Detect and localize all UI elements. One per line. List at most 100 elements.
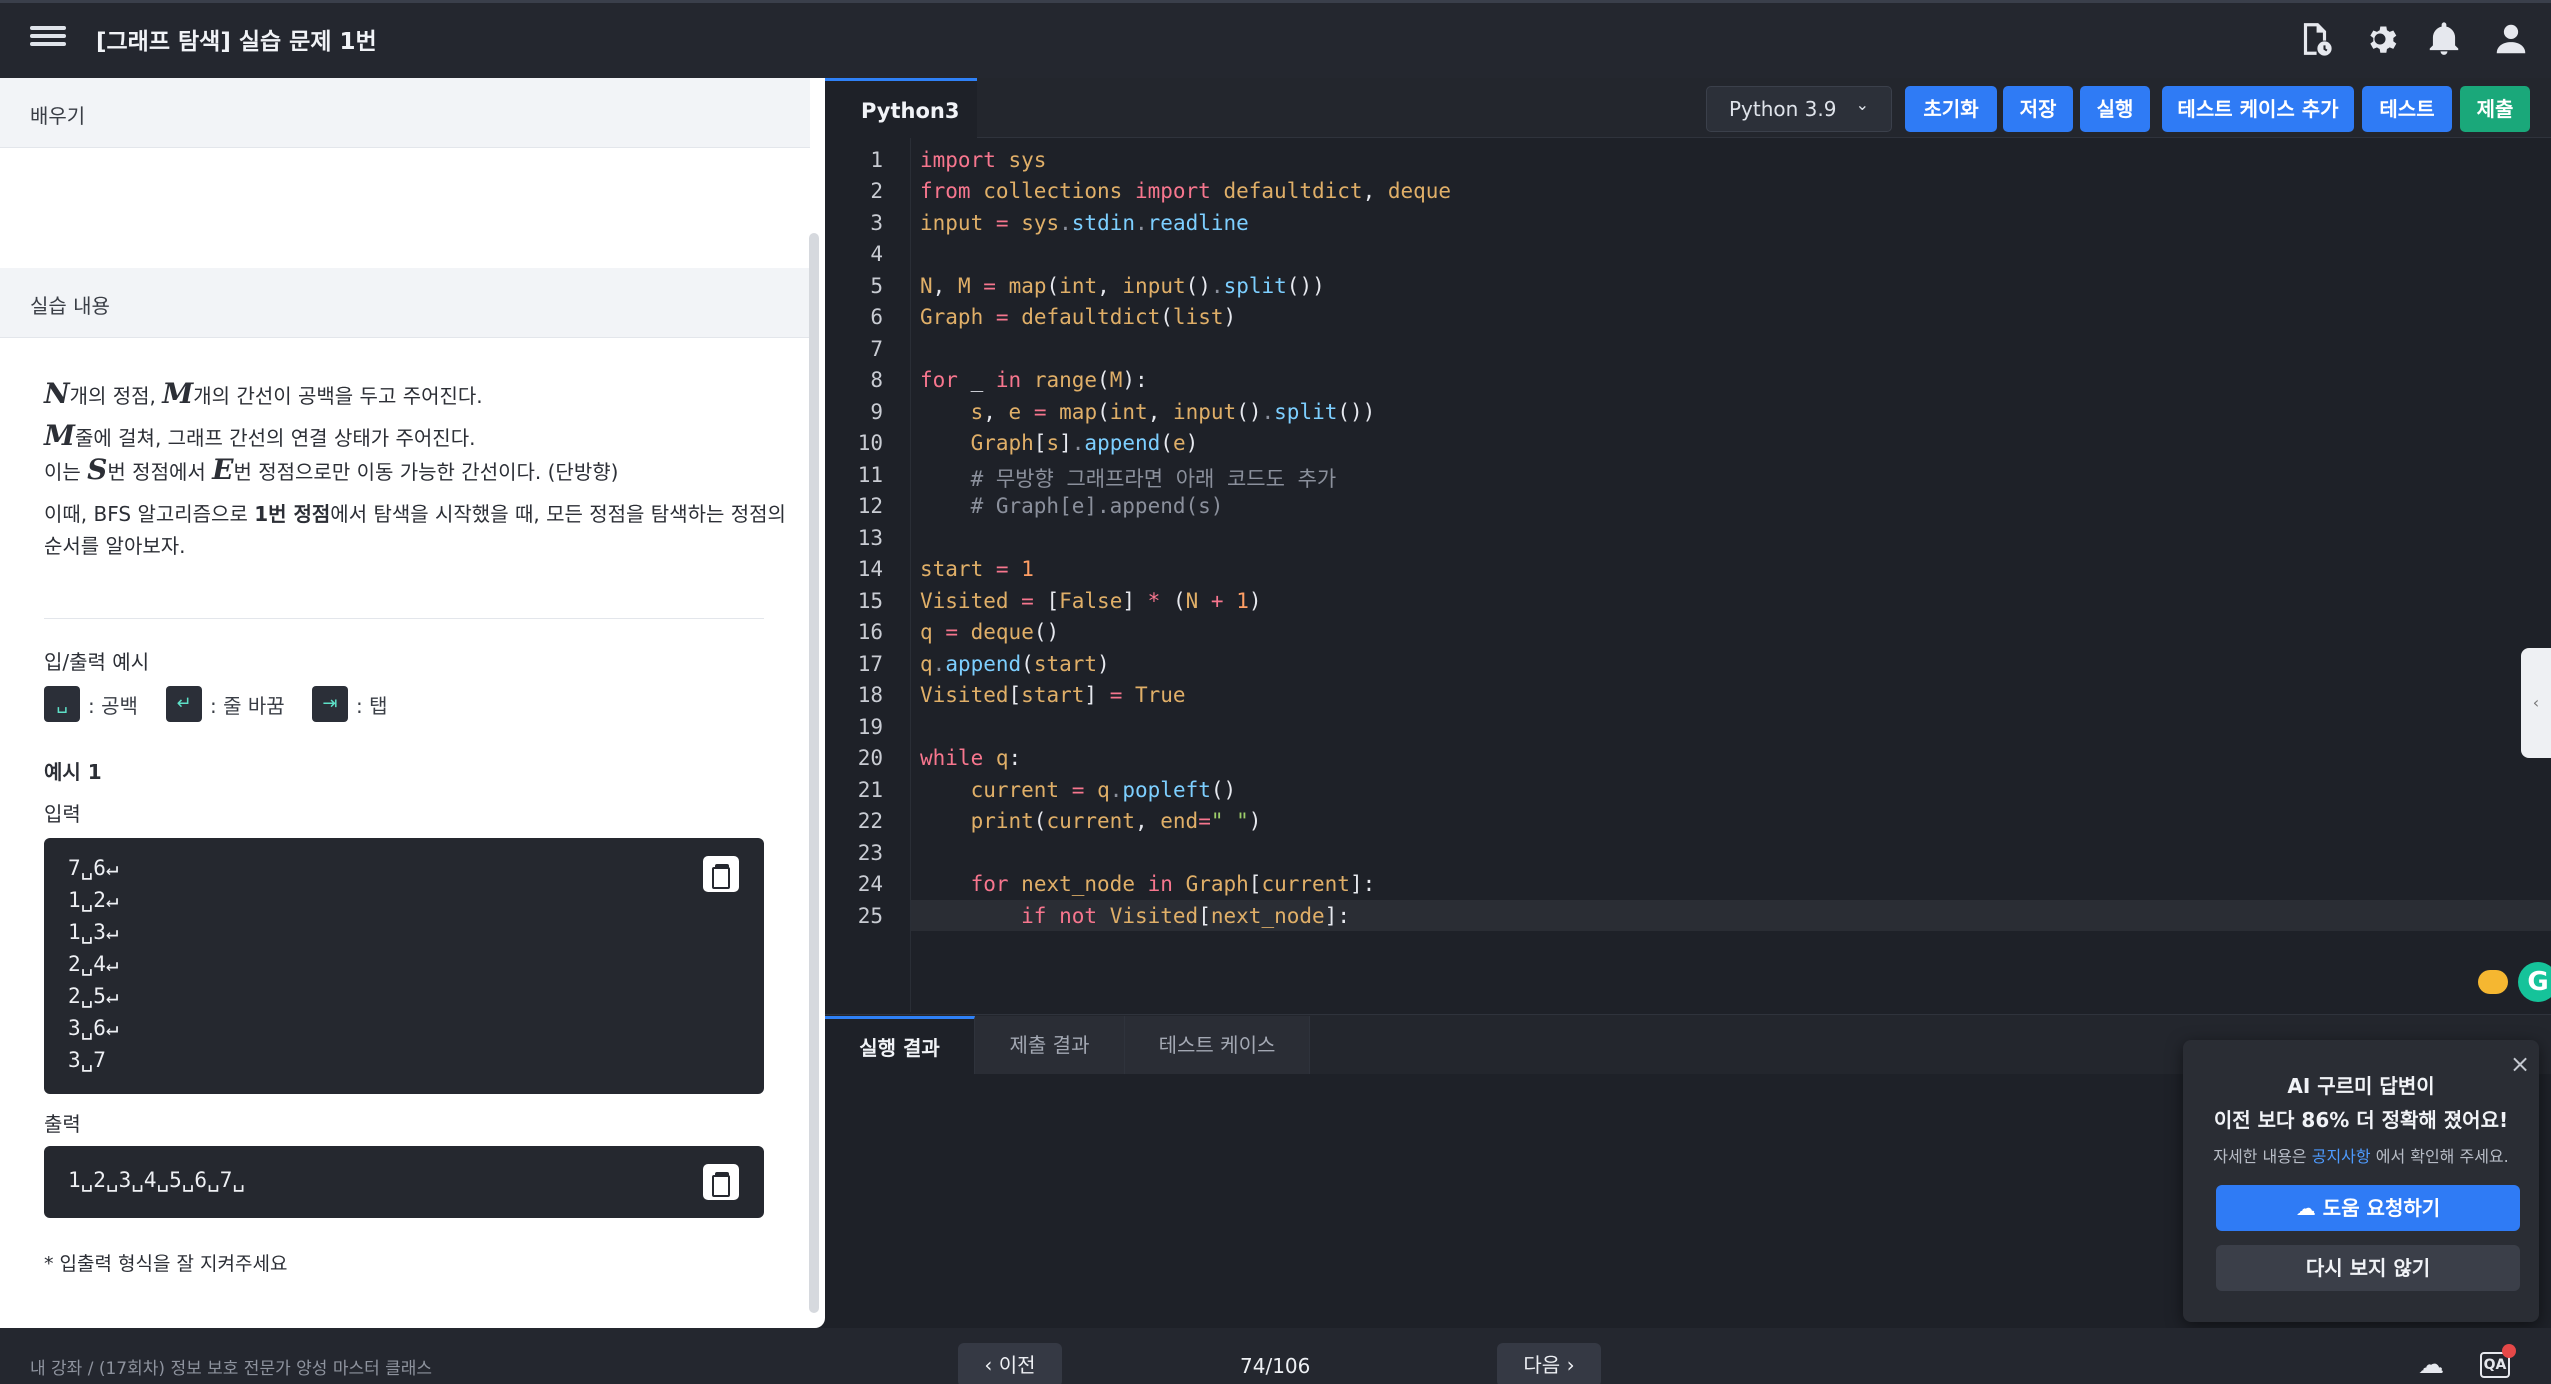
code-line[interactable]: Graph = defaultdict(list) (920, 305, 1236, 329)
grammarly-icon[interactable]: G (2518, 962, 2551, 1002)
tab-symbol-icon: ⇥ (312, 686, 348, 722)
language-select[interactable]: Python 3.9 ⌄ (1706, 86, 1892, 132)
input-line: 7␣6↵ (68, 856, 119, 880)
line-number: 25 (857, 904, 883, 928)
language-select-value: Python 3.9 (1729, 97, 1837, 121)
code-line[interactable]: Visited[start] = True (920, 683, 1186, 707)
code-line[interactable]: q = deque() (920, 620, 1059, 644)
add-test-case-button[interactable]: 테스트 케이스 추가 (2162, 86, 2354, 132)
chevron-right-icon: › (1566, 1353, 1575, 1377)
page-counter: 74/106 (1240, 1354, 1311, 1378)
code-line[interactable]: Graph[s].append(e) (920, 431, 1199, 455)
space-symbol-icon: ␣ (44, 686, 80, 722)
code-line[interactable]: start = 1 (920, 557, 1034, 581)
example-title: 예시 1 (44, 760, 102, 784)
copy-input-icon[interactable] (703, 856, 739, 892)
code-line[interactable]: # Graph[e].append(s) (920, 494, 1224, 518)
input-line: 2␣5↵ (68, 984, 119, 1008)
io-example-label: 입/출력 예시 (44, 650, 150, 674)
top-bar (0, 0, 2551, 78)
dont-show-again-button[interactable]: 다시 보지 않기 (2216, 1245, 2520, 1291)
input-line: 1␣3↵ (68, 920, 119, 944)
cloud-upload-icon[interactable]: ☁ (2418, 1350, 2444, 1380)
desc-line-2: M줄에 걸쳐, 그래프 간선의 연결 상태가 주어진다. (44, 419, 476, 452)
cloud-icon: ☁ (2295, 1196, 2316, 1220)
tab-run-result[interactable]: 실행 결과 (825, 1016, 975, 1074)
line-number: 3 (870, 211, 883, 235)
legend-space-label: : 공백 (88, 694, 138, 718)
input-line: 1␣2↵ (68, 888, 119, 912)
code-line[interactable]: N, M = map(int, input().split()) (920, 274, 1325, 298)
line-number: 24 (857, 872, 883, 896)
document-clock-icon[interactable] (2296, 20, 2334, 58)
line-number: 17 (857, 652, 883, 676)
format-footnote: * 입출력 형식을 잘 지켜주세요 (44, 1253, 288, 1275)
line-number: 20 (857, 746, 883, 770)
request-help-button[interactable]: ☁ 도움 요청하기 (2216, 1185, 2520, 1231)
chevron-down-icon: ⌄ (1855, 95, 1869, 114)
divider (44, 618, 764, 619)
user-icon[interactable] (2492, 20, 2530, 58)
code-line[interactable]: s, e = map(int, input().split()) (920, 400, 1376, 424)
left-scrollbar[interactable] (809, 233, 819, 1313)
run-button[interactable]: 실행 (2080, 86, 2150, 132)
lesson-title: [그래프 탐색] 실습 문제 1번 (96, 29, 377, 55)
test-button[interactable]: 테스트 (2362, 86, 2452, 132)
notice-link[interactable]: 공지사항 (2312, 1147, 2371, 1166)
code-line[interactable]: for next_node in Graph[current]: (920, 872, 1376, 896)
output-line: 1␣2␣3␣4␣5␣6␣7␣ (68, 1168, 246, 1192)
line-number: 7 (870, 337, 883, 361)
bell-icon[interactable] (2425, 20, 2463, 58)
line-number: 14 (857, 557, 883, 581)
copy-output-icon[interactable] (703, 1164, 739, 1200)
tab-submit-result[interactable]: 제출 결과 (975, 1016, 1125, 1074)
next-button[interactable]: 다음 › (1497, 1343, 1601, 1384)
line-number: 23 (857, 841, 883, 865)
tab-test-cases[interactable]: 테스트 케이스 (1125, 1016, 1310, 1074)
code-line[interactable]: current = q.popleft() (920, 778, 1237, 802)
line-number: 1 (870, 148, 883, 172)
code-line[interactable]: print(current, end=" ") (920, 809, 1262, 833)
tab-python3[interactable]: Python3 (825, 78, 977, 138)
notification-badge (2502, 1344, 2516, 1358)
line-number: 15 (857, 589, 883, 613)
code-line[interactable]: q.append(start) (920, 652, 1110, 676)
line-number: 16 (857, 620, 883, 644)
line-number: 6 (870, 305, 883, 329)
code-line[interactable]: if not Visited[next_node]: (920, 904, 1350, 928)
code-line[interactable]: # 무방향 그래프라면 아래 코드도 추가 (920, 463, 1337, 493)
learn-section-header[interactable]: 배우기 (0, 78, 810, 148)
desc-line-5: 순서를 알아보자. (44, 534, 186, 558)
code-line[interactable]: input = sys.stdin.readline (920, 211, 1249, 235)
breadcrumb[interactable]: 내 강좌 / (17회차) 정보 보호 전문가 양성 마스터 클래스 (30, 1354, 432, 1379)
code-line[interactable]: from collections import defaultdict, deq… (920, 179, 1451, 203)
line-number: 5 (870, 274, 883, 298)
line-number: 9 (870, 400, 883, 424)
code-line[interactable]: while q: (920, 746, 1021, 770)
side-panel-handle-icon[interactable]: ‹ (2521, 648, 2551, 758)
line-number: 10 (857, 431, 883, 455)
prev-button[interactable]: ‹ 이전 (958, 1343, 1062, 1384)
popup-title-line1: AI 구르미 답변이 (2287, 1074, 2435, 1098)
legend-tab-label: : 탭 (356, 694, 388, 718)
code-line[interactable]: for _ in range(M): (920, 368, 1148, 392)
newline-symbol-icon: ↵ (166, 686, 202, 722)
handshake-icon[interactable] (2478, 970, 2508, 994)
save-button[interactable]: 저장 (2003, 86, 2073, 132)
reset-button[interactable]: 초기화 (1905, 86, 1997, 132)
line-number: 11 (857, 463, 883, 487)
practice-section-header[interactable]: 실습 내용 (0, 268, 810, 338)
desc-line-4: 이때, BFS 알고리즘으로 1번 정점에서 탐색을 시작했을 때, 모든 정점… (44, 502, 786, 526)
popup-title-line2: 이전 보다 86% 더 정확해 졌어요! (2213, 1108, 2509, 1132)
hamburger-menu-icon[interactable] (30, 22, 66, 54)
code-line[interactable]: import sys (920, 148, 1046, 172)
input-example-box: 7␣6↵ 1␣2↵ 1␣3↵ 2␣4↵ 2␣5↵ 3␣6↵ 3␣7 (44, 838, 764, 1094)
line-number: 8 (870, 368, 883, 392)
input-label: 입력 (44, 802, 81, 826)
chevron-left-icon: ‹ (984, 1353, 993, 1377)
input-line: 2␣4↵ (68, 952, 119, 976)
submit-button[interactable]: 제출 (2460, 86, 2530, 132)
line-number: 13 (857, 526, 883, 550)
code-line[interactable]: Visited = [False] * (N + 1) (920, 589, 1262, 613)
gear-icon[interactable] (2361, 20, 2399, 58)
